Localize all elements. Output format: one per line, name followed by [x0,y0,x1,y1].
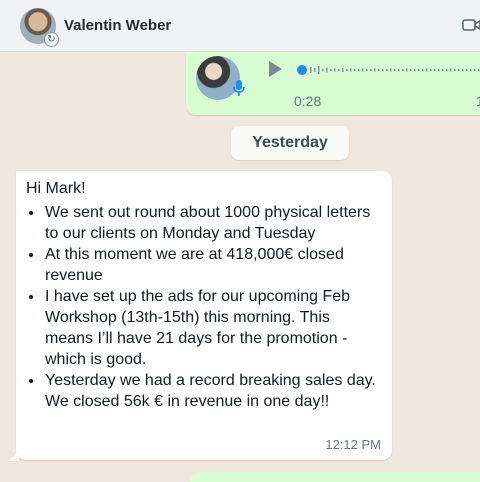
waveform-bar [418,69,420,71]
voice-duration: 0:28 [294,93,322,109]
waveform-bar [330,69,332,71]
message-bullet: Yesterday we had a record breaking sales… [44,370,382,412]
waveform-bar [318,66,320,74]
waveform-bar [382,69,384,71]
waveform-bar [386,69,388,71]
waveform-bar [454,69,456,71]
waveform-bar [426,68,428,72]
waveform-bar [334,68,336,72]
waveform-bar [346,69,348,71]
incoming-message-bubble[interactable]: Hi Mark! We sent out round about 1000 ph… [7,171,392,461]
waveform-bar [422,69,424,71]
status-ring-icon: ↻ [44,32,59,47]
chat-area[interactable]: 0:28 1 Yesterday Hi Mark! We sent out ro… [0,52,480,482]
bubble-tail [7,449,19,461]
contact-name[interactable]: Valentin Weber [64,17,171,34]
waveform-bar [470,69,472,71]
contact-avatar[interactable]: ↻ [20,8,59,47]
waveform-bar [458,69,460,71]
waveform-bar [390,68,392,72]
message-greeting: Hi Mark! [26,180,86,197]
waveform-bar [358,69,360,71]
waveform-bar [370,69,372,71]
waveform-bar [438,69,440,71]
waveform-bar [474,69,476,71]
waveform-bar [398,69,400,71]
waveform-bar [402,69,404,71]
waveform-bar [322,68,324,72]
waveform-bar [406,68,408,72]
waveform-bar [466,69,468,71]
voice-status-cutoff: 1 [476,93,480,109]
waveform-bar [338,69,340,71]
waveform-bar [442,69,444,71]
waveform-bar [378,69,380,71]
waveform-bar [342,68,344,72]
waveform-bar [434,69,436,71]
waveform-bar [462,69,464,71]
waveform-bar [478,69,480,71]
voice-waveform[interactable] [296,62,480,78]
waveform-bar [350,68,352,72]
waveform-bar [450,68,452,72]
waveform-bar [394,69,396,71]
message-timestamp: 12:12 PM [325,437,381,452]
waveform-bar [414,69,416,71]
message-bullet: We sent out round about 1000 physical le… [44,202,382,244]
message-bullet: At this moment we are at 418,000€ closed… [44,244,382,286]
waveform-bar [410,69,412,71]
waveform-bar [310,67,312,73]
voice-message-bubble[interactable]: 0:28 1 [186,52,480,115]
waveform-bar [430,69,432,71]
waveform-bar [326,67,328,73]
waveform-progress-knob[interactable] [297,65,307,75]
next-outgoing-bubble[interactable] [190,472,480,482]
waveform-bar [362,68,364,72]
play-icon[interactable] [266,60,284,78]
waveform-bar [314,68,316,72]
chat-header: ↻ Valentin Weber [0,0,480,52]
microphone-icon [233,80,245,96]
date-separator: Yesterday [231,126,349,160]
video-call-icon[interactable] [462,18,480,32]
waveform-bar [354,69,356,71]
message-bullet: I have set up the ads for our upcoming F… [44,286,382,370]
waveform-bar [446,69,448,71]
message-bullet-list: We sent out round about 1000 physical le… [26,202,382,412]
waveform-bar [366,69,368,71]
waveform-bar [374,68,376,72]
